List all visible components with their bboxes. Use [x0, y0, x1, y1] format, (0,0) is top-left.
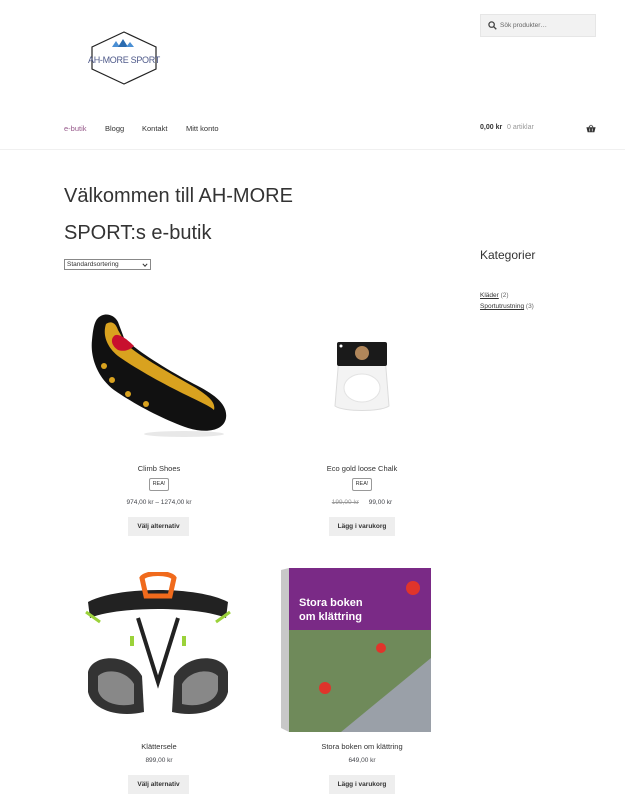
chevron-down-icon	[142, 263, 148, 267]
product-title[interactable]: Klättersele	[64, 742, 254, 751]
harness-image[interactable]	[78, 572, 238, 732]
category-item: Sportutrustning (3)	[480, 301, 534, 312]
category-link-sportutrustning[interactable]: Sportutrustning	[480, 303, 524, 310]
page-title: Välkommen till AH-MORE SPORT:s e-butik	[64, 185, 293, 244]
book-cover-title: Stora boken	[299, 597, 363, 609]
sort-select[interactable]: Standardsortering	[64, 259, 151, 270]
product-card: Klättersele 899,00 kr Välj alternativ	[64, 560, 254, 794]
category-count: (2)	[500, 292, 509, 299]
search-icon	[488, 21, 497, 30]
product-old-price: 199,00 kr	[331, 499, 359, 506]
nav-item-e-butik[interactable]: e-butik	[64, 124, 87, 133]
category-link-klader[interactable]: Kläder	[480, 292, 499, 299]
category-list: Kläder (2) Sportutrustning (3)	[480, 290, 534, 312]
climbing-shoe-image[interactable]	[84, 310, 234, 440]
sale-badge: REA!	[352, 478, 372, 491]
add-to-cart-button[interactable]: Lägg i varukorg	[329, 775, 395, 794]
nav-item-kontakt[interactable]: Kontakt	[142, 124, 167, 133]
search-box	[480, 14, 596, 37]
product-title[interactable]: Stora boken om klättring	[267, 742, 457, 751]
category-count: (3)	[525, 303, 534, 310]
add-to-cart-button[interactable]: Lägg i varukorg	[329, 517, 395, 536]
product-price: 974,00 kr – 1274,00 kr	[126, 499, 192, 506]
cart-count: 0 artiklar	[507, 124, 534, 131]
cart-amount: 0,00 kr	[480, 124, 503, 131]
product-card: Climb Shoes REA! 974,00 kr – 1274,00 kr …	[64, 300, 254, 540]
sort-selected-value: Standardsortering	[67, 261, 119, 268]
book-cover-image[interactable]: Stora boken om klättring	[281, 568, 431, 732]
product-card: Eco gold loose Chalk REA! 199,00 kr 99,0…	[267, 300, 457, 540]
search-input[interactable]	[500, 15, 594, 36]
select-options-button[interactable]: Välj alternativ	[128, 517, 189, 536]
nav-item-blogg[interactable]: Blogg	[105, 124, 124, 133]
category-item: Kläder (2)	[480, 290, 534, 301]
product-card: Stora boken om klättring Stora boken om …	[267, 560, 457, 794]
book-cover-title: om klättring	[299, 611, 362, 623]
nav-item-mitt-konto[interactable]: Mitt konto	[186, 124, 219, 133]
basket-icon	[586, 124, 596, 133]
site-header: AH-MORE SPORT e-butik Blogg Kontakt Mitt…	[0, 0, 625, 150]
product-sale-price: 99,00 kr	[368, 499, 393, 506]
logo-text: AH-MORE SPORT	[88, 55, 160, 65]
sale-badge: REA!	[149, 478, 169, 491]
chalk-bag-image[interactable]	[331, 338, 393, 414]
product-title[interactable]: Eco gold loose Chalk	[267, 464, 457, 473]
product-price: 199,00 kr 99,00 kr	[267, 499, 457, 506]
sidebar-title: Kategorier	[480, 248, 536, 262]
site-logo[interactable]: AH-MORE SPORT	[88, 30, 160, 86]
product-price: 899,00 kr	[145, 757, 173, 764]
product-title[interactable]: Climb Shoes	[64, 464, 254, 473]
product-price: 649,00 kr	[348, 757, 376, 764]
header-cart[interactable]: 0,00 kr 0 artiklar	[480, 124, 596, 136]
select-options-button[interactable]: Välj alternativ	[128, 775, 189, 794]
